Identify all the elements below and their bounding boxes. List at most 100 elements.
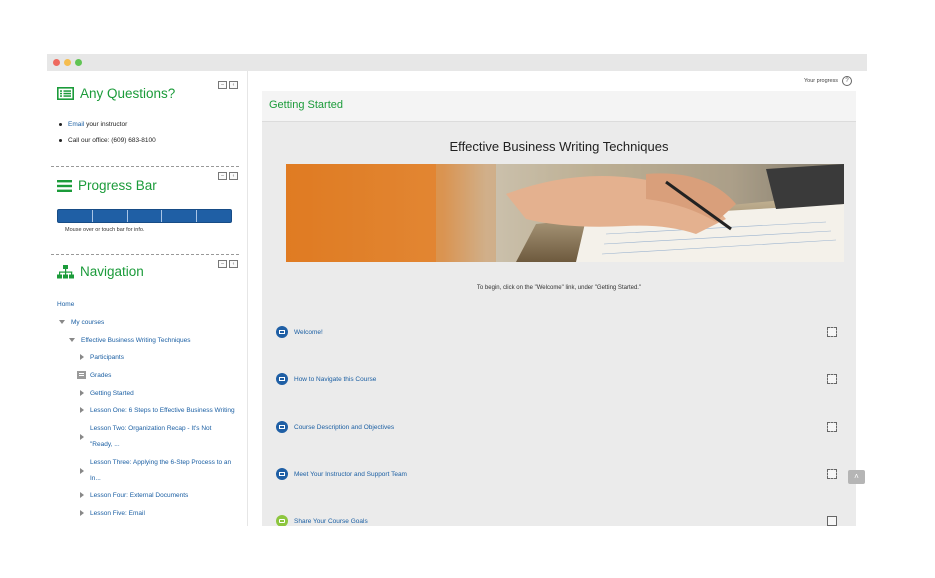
- collapse-icon[interactable]: –: [218, 172, 227, 180]
- collapsed-arrow-icon: [80, 468, 84, 474]
- nav-lesson-three-label: Lesson Three: Applying the 6-Step Proces…: [90, 458, 231, 483]
- activity-navigate-link[interactable]: How to Navigate this Course: [294, 376, 376, 383]
- navigation-block-header: Navigation: [57, 264, 144, 279]
- collapsed-arrow-icon: [80, 492, 84, 499]
- progress-info-text: Mouse over or touch bar for info.: [65, 227, 145, 233]
- nav-home-link[interactable]: Home: [57, 300, 74, 309]
- progress-block-title: Progress Bar: [78, 178, 157, 193]
- nav-lesson-one[interactable]: Lesson One: 6 Steps to Effective Busines…: [80, 406, 235, 415]
- forum-icon: [276, 515, 288, 526]
- completion-checkbox[interactable]: [827, 327, 837, 337]
- navigation-block-controls: – ‹: [218, 260, 238, 268]
- email-link[interactable]: Email: [68, 121, 84, 128]
- nav-grades-label: Grades: [90, 372, 112, 379]
- nav-lesson-two[interactable]: Lesson Two: Organization Recap - It's No…: [80, 424, 211, 449]
- intro-text: To begin, click on the "Welcome" link, u…: [476, 285, 642, 291]
- your-progress: Your progress ?: [804, 76, 853, 86]
- banner-photo: [286, 164, 844, 262]
- collapse-icon[interactable]: –: [218, 260, 227, 268]
- nav-getting-started[interactable]: Getting Started: [80, 389, 134, 398]
- block-divider: [51, 254, 239, 255]
- close-window-button[interactable]: [53, 59, 60, 66]
- progress-bar[interactable]: [57, 209, 232, 223]
- nav-lesson-three-line-2: In...: [90, 475, 101, 482]
- dock-icon[interactable]: ‹: [229, 260, 238, 268]
- nav-lesson-four-label: Lesson Four: External Documents: [90, 492, 189, 499]
- progress-segment[interactable]: [128, 210, 163, 222]
- nav-lesson-four[interactable]: Lesson Four: External Documents: [80, 491, 188, 500]
- nav-participants[interactable]: Participants: [80, 353, 124, 362]
- sitemap-icon: [57, 264, 74, 278]
- course-banner-image: [286, 164, 844, 262]
- questions-block-controls: – ‹: [218, 81, 238, 89]
- collapsed-arrow-icon: [80, 510, 84, 517]
- completion-checkbox[interactable]: [827, 374, 837, 384]
- progress-segment[interactable]: [93, 210, 128, 222]
- progress-segment[interactable]: [162, 210, 198, 222]
- grades-icon: [77, 371, 86, 380]
- activity-instructor-link[interactable]: Meet Your Instructor and Support Team: [294, 471, 407, 478]
- browser-window: Any Questions? – ‹ Email your instructor…: [47, 54, 867, 526]
- your-progress-label: Your progress: [804, 78, 839, 84]
- course-main-content: Getting Started Effective Business Writi…: [262, 91, 856, 526]
- nav-course[interactable]: Effective Business Writing Techniques: [69, 336, 190, 345]
- activity-instructor[interactable]: Meet Your Instructor and Support Team: [276, 468, 407, 480]
- nav-course-label: Effective Business Writing Techniques: [81, 337, 191, 344]
- section-title: Getting Started: [269, 99, 343, 111]
- left-sidebar: Any Questions? – ‹ Email your instructor…: [47, 71, 248, 526]
- progress-segment[interactable]: [197, 210, 231, 222]
- email-text: your instructor: [84, 121, 128, 128]
- completion-checkbox[interactable]: [827, 422, 837, 432]
- nav-lesson-five[interactable]: Lesson Five: Email: [80, 509, 145, 518]
- expanded-arrow-icon: [59, 320, 65, 325]
- collapsed-arrow-icon: [80, 354, 84, 361]
- maximize-window-button[interactable]: [75, 59, 82, 66]
- nav-lesson-three[interactable]: Lesson Three: Applying the 6-Step Proces…: [80, 458, 231, 483]
- collapsed-arrow-icon: [80, 434, 84, 440]
- block-divider: [51, 166, 239, 167]
- page-icon: [276, 421, 288, 433]
- email-item: Email your instructor: [59, 120, 156, 136]
- help-icon[interactable]: ?: [842, 76, 853, 86]
- activity-description-link[interactable]: Course Description and Objectives: [294, 424, 394, 431]
- nav-my-courses[interactable]: My courses: [59, 318, 104, 327]
- collapsed-arrow-icon: [80, 407, 84, 414]
- window-titlebar: [47, 54, 867, 71]
- collapse-icon[interactable]: –: [218, 81, 227, 89]
- nav-participants-label: Participants: [90, 354, 124, 361]
- nav-lesson-two-label: Lesson Two: Organization Recap - It's No…: [90, 424, 211, 449]
- activity-navigate[interactable]: How to Navigate this Course: [276, 373, 376, 385]
- expanded-arrow-icon: [69, 338, 75, 343]
- activity-goals-link[interactable]: Share Your Course Goals: [294, 518, 368, 525]
- nav-lesson-two-line-2: "Ready, ...: [90, 441, 120, 448]
- activity-welcome-link[interactable]: Welcome!: [294, 329, 323, 336]
- minimize-window-button[interactable]: [64, 59, 71, 66]
- progress-segment[interactable]: [58, 210, 93, 222]
- questions-block-header: Any Questions?: [57, 86, 175, 101]
- page-icon: [276, 326, 288, 338]
- questions-list: Email your instructor Call our office: (…: [59, 120, 156, 152]
- collapsed-arrow-icon: [80, 390, 84, 397]
- activity-description[interactable]: Course Description and Objectives: [276, 421, 394, 433]
- scroll-to-top-button[interactable]: ˄: [848, 470, 865, 484]
- course-title: Effective Business Writing Techniques: [449, 139, 669, 154]
- nav-lesson-two-line-1: Lesson Two: Organization Recap - It's No…: [90, 425, 212, 432]
- dock-icon[interactable]: ‹: [229, 81, 238, 89]
- questions-block-title: Any Questions?: [80, 86, 176, 101]
- activity-welcome[interactable]: Welcome!: [276, 326, 323, 338]
- office-item: Call our office: (609) 683-8100: [59, 136, 156, 152]
- navigation-block-title: Navigation: [80, 264, 144, 279]
- nav-getting-started-label: Getting Started: [90, 390, 134, 397]
- nav-grades[interactable]: Grades: [77, 371, 111, 380]
- completion-checkbox[interactable]: [827, 516, 837, 526]
- nav-my-courses-label: My courses: [71, 319, 105, 326]
- nav-lesson-five-label: Lesson Five: Email: [90, 510, 145, 517]
- dock-icon[interactable]: ‹: [229, 172, 238, 180]
- completion-checkbox[interactable]: [827, 469, 837, 479]
- nav-lesson-three-line-1: Lesson Three: Applying the 6-Step Proces…: [90, 459, 232, 466]
- activity-goals[interactable]: Share Your Course Goals: [276, 515, 368, 526]
- page-icon: [276, 468, 288, 480]
- section-header: Getting Started: [262, 91, 856, 122]
- nav-lesson-one-label: Lesson One: 6 Steps to Effective Busines…: [90, 407, 235, 414]
- list-icon: [57, 87, 74, 100]
